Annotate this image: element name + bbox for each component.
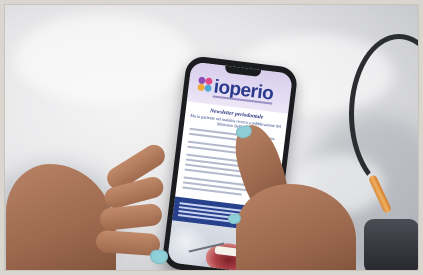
- stethoscope-chestpiece: [364, 219, 419, 271]
- photo: ioperio Newsletter periodontale Ma la pa…: [4, 4, 419, 271]
- flower-logo-icon: [197, 76, 213, 93]
- fabric-highlight: [14, 14, 194, 104]
- left-finger-nail: [149, 249, 169, 265]
